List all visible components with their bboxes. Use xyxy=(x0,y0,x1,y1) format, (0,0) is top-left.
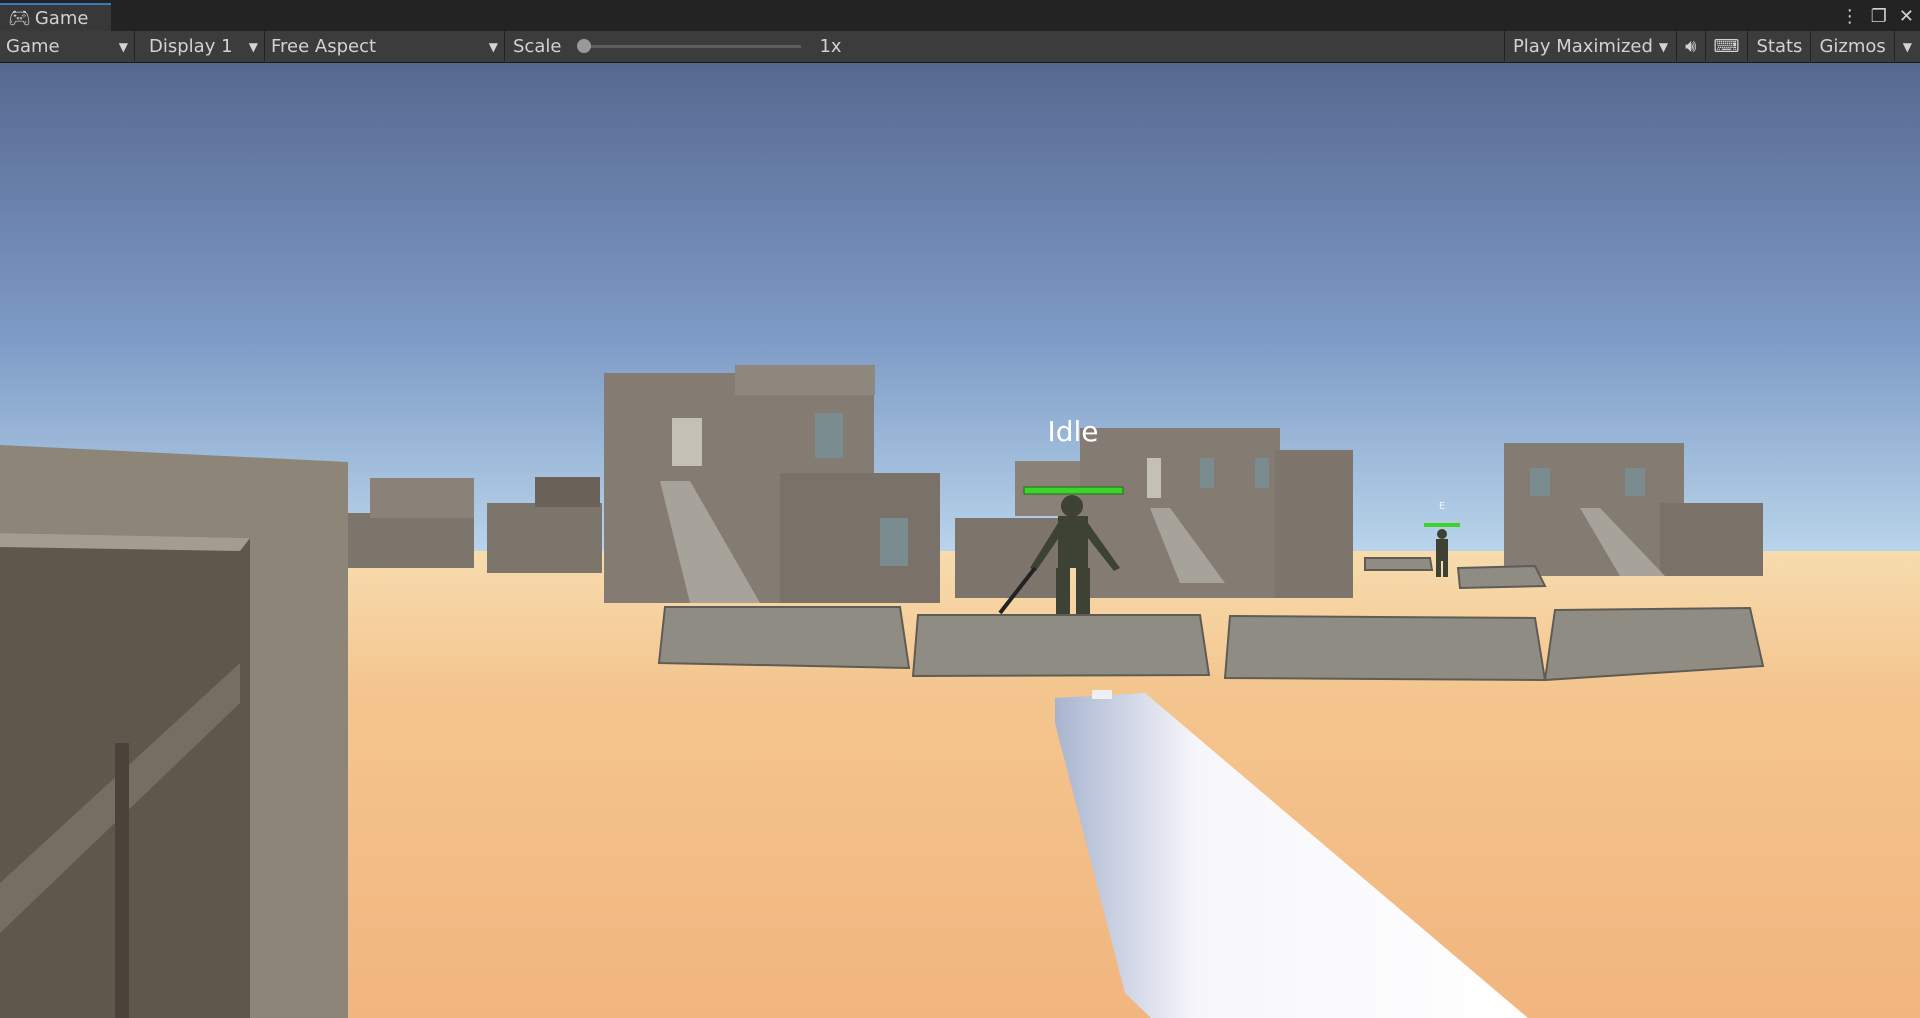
scale-slider[interactable] xyxy=(577,39,802,53)
chevron-down-icon: ▼ xyxy=(488,39,498,54)
play-mode-dropdown[interactable]: Play Maximized ▼ xyxy=(1503,30,1676,63)
stats-label: Stats xyxy=(1756,36,1803,57)
game-viewport[interactable]: Idle E xyxy=(0,63,1920,1018)
gamepad-icon: 🎮︎ xyxy=(8,7,31,29)
tab-label: Game xyxy=(34,7,89,29)
display-dropdown[interactable]: Display 1 ▼ xyxy=(135,30,265,63)
gizmos-label: Gizmos xyxy=(1819,36,1886,57)
gizmos-dropdown[interactable]: ▼ xyxy=(1893,30,1920,63)
mode-label: Game xyxy=(6,36,60,57)
scale-value: 1x xyxy=(819,36,842,57)
aspect-label: Free Aspect xyxy=(271,36,377,57)
maximize-icon[interactable]: ❐ xyxy=(1871,6,1887,27)
enemy-health-bar xyxy=(1023,486,1124,495)
game-mode-dropdown[interactable]: Game ▼ xyxy=(0,30,135,63)
speaker-icon: 🔊︎ xyxy=(1685,36,1697,57)
stats-button[interactable]: Stats xyxy=(1747,30,1810,63)
gizmos-button[interactable]: Gizmos xyxy=(1810,30,1893,63)
tab-game[interactable]: 🎮︎ Game xyxy=(0,3,111,31)
far-enemy-label: E xyxy=(1438,501,1446,512)
weapon-sight xyxy=(1092,690,1112,699)
scale-label: Scale xyxy=(513,36,562,57)
game-toolbar: Game ▼ Display 1 ▼ Free Aspect ▼ Scale 1x P… xyxy=(0,30,1920,63)
close-icon[interactable]: ✕ xyxy=(1899,6,1914,27)
wooden-crate xyxy=(0,445,348,1018)
tab-bar: 🎮︎ Game ⋮ ❐ ✕ xyxy=(0,0,1920,31)
scale-control: Scale 1x xyxy=(505,31,850,63)
chevron-down-icon: ▼ xyxy=(1902,39,1912,54)
far-enemy-health-bar xyxy=(1424,523,1460,527)
display-label: Display 1 xyxy=(149,36,233,57)
chevron-down-icon: ▼ xyxy=(118,39,128,54)
scale-slider-handle[interactable] xyxy=(577,39,592,53)
shortcuts-button[interactable]: ⌨︎ xyxy=(1704,30,1748,63)
enemy-state-label: Idle xyxy=(1047,415,1099,448)
aspect-dropdown[interactable]: Free Aspect ▼ xyxy=(265,30,505,63)
chevron-down-icon: ▼ xyxy=(1658,39,1669,54)
chevron-down-icon: ▼ xyxy=(248,39,258,54)
mute-audio-button[interactable]: 🔊︎ xyxy=(1676,30,1704,63)
more-options-icon[interactable]: ⋮ xyxy=(1841,6,1859,27)
play-mode-label: Play Maximized xyxy=(1512,36,1653,57)
keyboard-icon: ⌨︎ xyxy=(1713,36,1740,57)
